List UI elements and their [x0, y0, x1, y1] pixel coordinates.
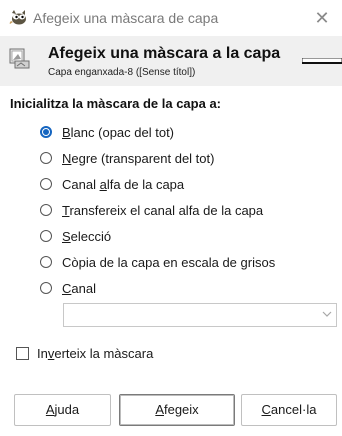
- radio-label: Selecció: [62, 228, 112, 244]
- radio-label: Còpia de la capa en escala de grisos: [62, 254, 276, 270]
- invert-mask-checkbox[interactable]: [16, 346, 29, 360]
- cancel-button[interactable]: Cancel·la: [241, 394, 337, 426]
- radio-grayscale-copy[interactable]: Còpia de la capa en escala de grisos: [40, 252, 275, 272]
- invert-mask-label: Inverteix la màscara: [37, 345, 154, 361]
- radio-button[interactable]: [40, 204, 52, 216]
- radio-label: Canal alfa de la capa: [62, 176, 185, 192]
- radio-button[interactable]: [40, 256, 52, 268]
- window-title: Afegeix una màscara de capa: [33, 10, 219, 26]
- title-bar: Afegeix una màscara de capa ✕: [0, 0, 342, 36]
- radio-black[interactable]: Negre (transparent del tot): [40, 148, 214, 168]
- gimp-wilber-icon: [9, 10, 26, 25]
- close-icon: ✕: [314, 8, 330, 28]
- radio-button[interactable]: [40, 230, 52, 242]
- close-button[interactable]: ✕: [302, 0, 342, 36]
- radio-selection[interactable]: Selecció: [40, 226, 111, 246]
- init-mask-label: Inicialitza la màscara de la capa a:: [10, 96, 222, 111]
- radio-label: Transfereix el canal alfa de la capa: [62, 202, 264, 218]
- layer-name: Capa enganxada-8 ([Sense títol]): [48, 67, 196, 78]
- chevron-down-icon: [322, 311, 332, 317]
- radio-channel[interactable]: Canal: [40, 278, 96, 298]
- radio-label: Blanc (opac del tot): [62, 124, 175, 140]
- radio-label: Canal: [62, 280, 96, 296]
- radio-button[interactable]: [40, 126, 52, 138]
- radio-white[interactable]: Blanc (opac del tot): [40, 122, 174, 142]
- radio-transfer-alpha[interactable]: Transfereix el canal alfa de la capa: [40, 200, 263, 220]
- radio-button[interactable]: [40, 152, 52, 164]
- radio-button[interactable]: [40, 282, 52, 294]
- help-button[interactable]: Ajuda: [14, 394, 111, 426]
- dialog-title: Afegeix una màscara a la capa: [48, 45, 281, 62]
- layer-mask-icon: [9, 48, 30, 69]
- channel-select[interactable]: [63, 303, 337, 327]
- layer-preview-thumbnail: [302, 58, 342, 64]
- add-button[interactable]: Afegeix: [119, 394, 235, 426]
- radio-button[interactable]: [40, 178, 52, 190]
- radio-label: Negre (transparent del tot): [62, 150, 215, 166]
- radio-layer-alpha[interactable]: Canal alfa de la capa: [40, 174, 184, 194]
- invert-mask-toggle[interactable]: Inverteix la màscara: [16, 343, 153, 363]
